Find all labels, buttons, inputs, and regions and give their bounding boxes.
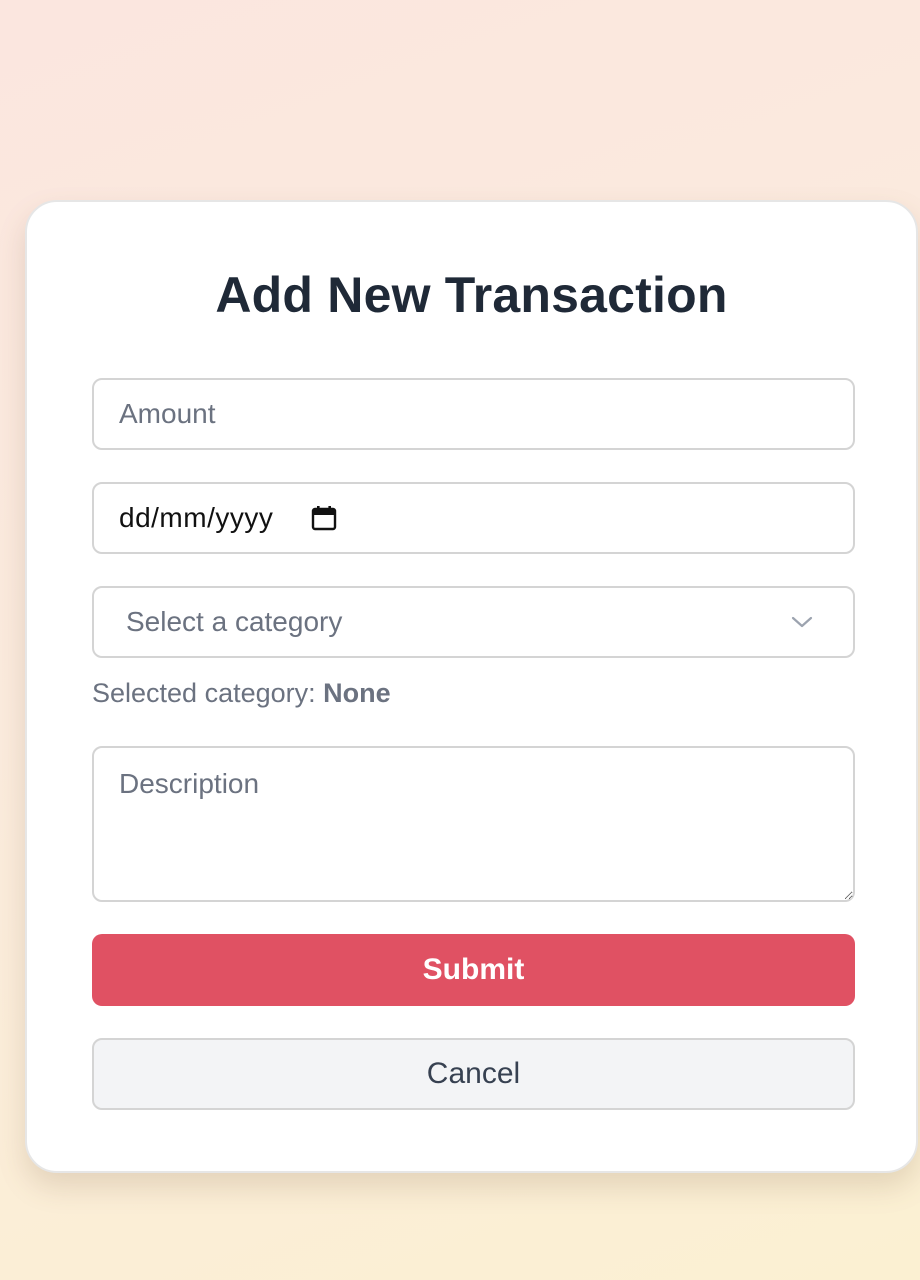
selected-category-text: Selected category: None: [92, 678, 391, 709]
calendar-icon[interactable]: [311, 505, 337, 531]
form-title: Add New Transaction: [215, 267, 728, 323]
category-select[interactable]: Select a category: [92, 586, 855, 658]
transaction-form-card: Add New Transaction dd/mm/yyyy Select a …: [25, 200, 918, 1173]
chevron-down-icon: [791, 615, 813, 629]
selected-category-label: Selected category:: [92, 678, 316, 708]
submit-button[interactable]: Submit: [92, 934, 855, 1006]
date-placeholder: dd/mm/yyyy: [119, 502, 274, 533]
description-textarea[interactable]: [92, 746, 855, 902]
date-input[interactable]: dd/mm/yyyy: [92, 482, 855, 554]
cancel-button[interactable]: Cancel: [92, 1038, 855, 1110]
amount-input[interactable]: [92, 378, 855, 450]
selected-category-value: None: [323, 678, 391, 708]
category-select-value: Select a category: [126, 606, 343, 637]
